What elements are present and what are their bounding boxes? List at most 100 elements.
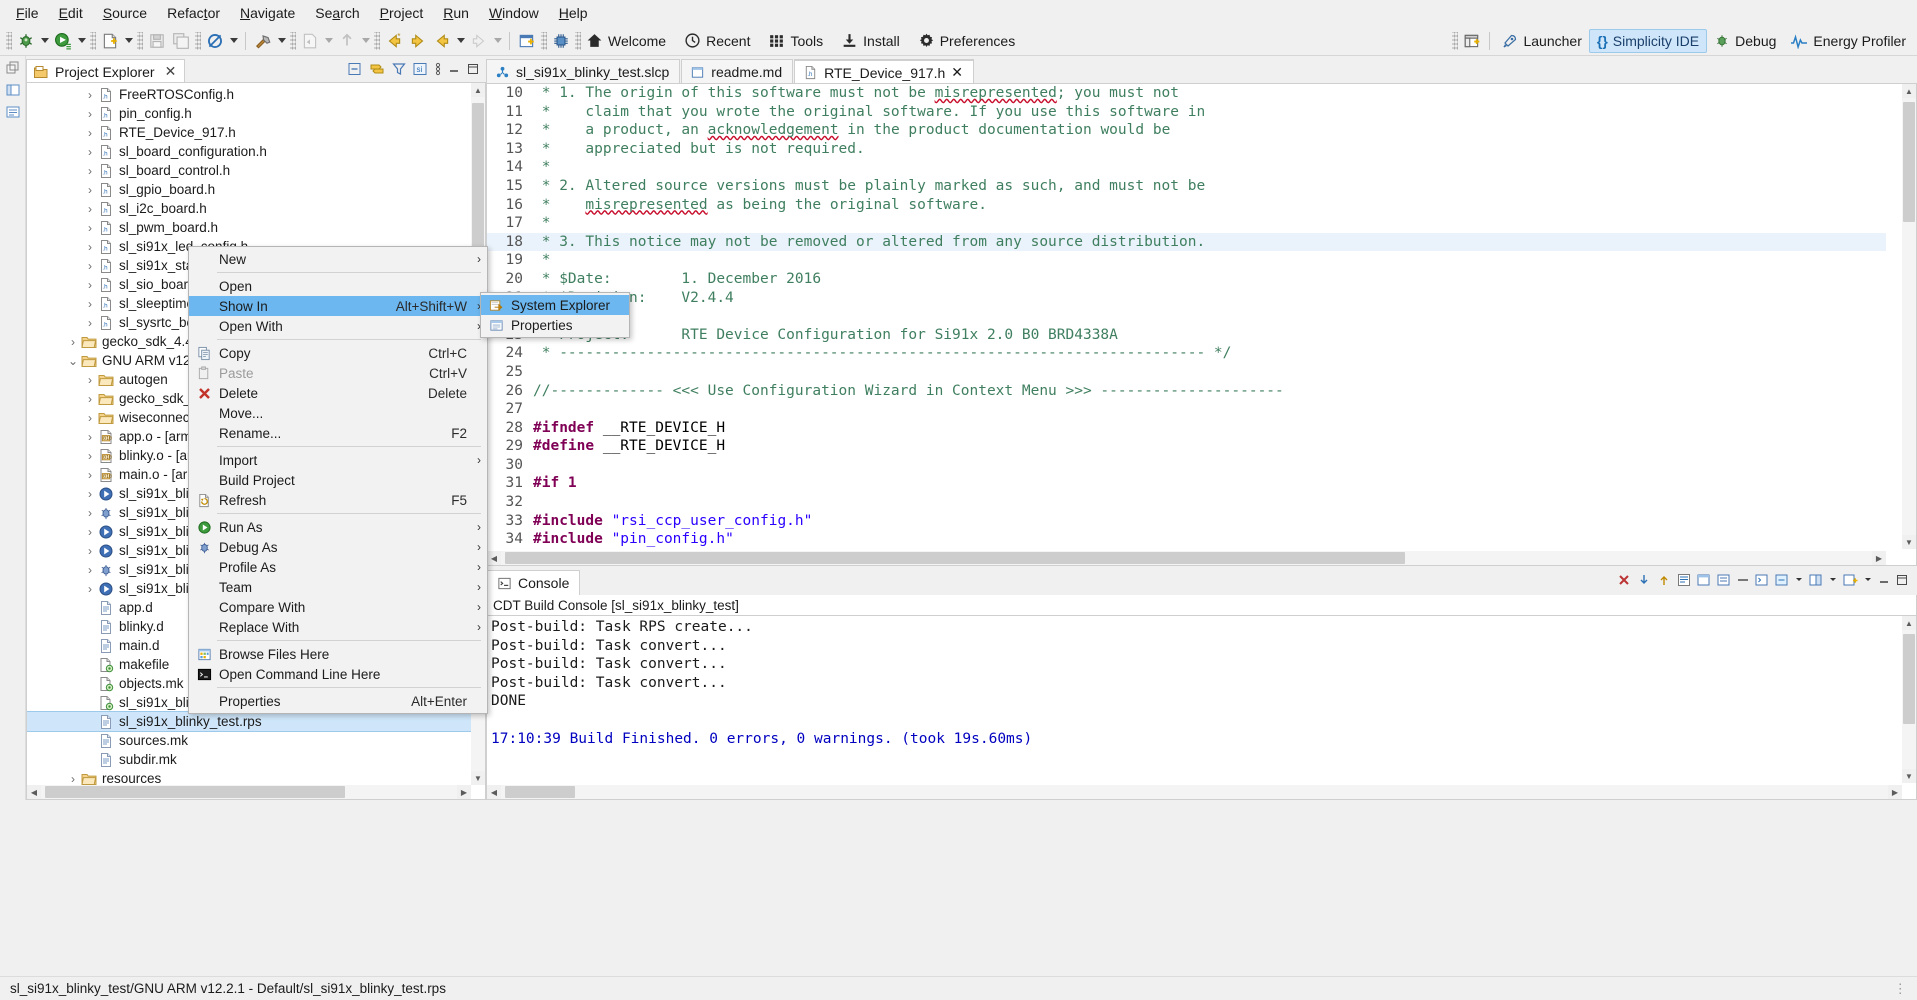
new-button[interactable] — [98, 29, 122, 53]
chevron-right-icon[interactable]: › — [82, 278, 98, 292]
console-scroll-right-icon[interactable]: ▶ — [1888, 785, 1902, 799]
perspective-simplicity-ide[interactable]: {} Simplicity IDE — [1589, 29, 1707, 53]
chevron-right-icon[interactable]: › — [82, 259, 98, 273]
tree-item[interactable]: ›.hsl_gpio_board.h — [27, 180, 471, 199]
chevron-right-icon[interactable]: › — [65, 335, 81, 349]
chevron-right-icon[interactable]: › — [82, 202, 98, 216]
chevron-right-icon[interactable]: › — [82, 145, 98, 159]
chevron-right-icon[interactable]: › — [82, 449, 98, 463]
perspective-energy-profiler[interactable]: Energy Profiler — [1783, 29, 1913, 53]
back-nav-button[interactable]: * — [382, 29, 406, 53]
filter-icon[interactable] — [391, 61, 407, 80]
context-menu[interactable]: New›OpenShow InAlt+Shift+W›Open With›Cop… — [188, 246, 488, 714]
tab-console[interactable]: Console — [486, 570, 580, 595]
console-dropdown-arrow-2[interactable] — [1828, 572, 1838, 591]
word-wrap-icon[interactable] — [1736, 572, 1750, 591]
context-menu-item[interactable]: New› — [189, 249, 487, 269]
step-button[interactable] — [335, 29, 359, 53]
close-icon[interactable]: ✕ — [951, 64, 963, 81]
tree-item[interactable]: ›.hsl_board_configuration.h — [27, 142, 471, 161]
tab-project-explorer[interactable]: Project Explorer ✕ — [26, 59, 185, 83]
chevron-right-icon[interactable]: › — [82, 411, 98, 425]
new-dropdown-arrow[interactable] — [125, 38, 133, 43]
show-in-submenu[interactable]: System ExplorerProperties — [480, 292, 630, 338]
build-button[interactable] — [251, 29, 275, 53]
context-menu-item[interactable]: RefreshF5 — [189, 490, 487, 510]
device-button[interactable] — [549, 29, 573, 53]
context-menu-item[interactable]: DeleteDelete — [189, 383, 487, 403]
editor-scroll-left-icon[interactable]: ◀ — [487, 551, 501, 565]
build-dropdown-arrow[interactable] — [278, 38, 286, 43]
chevron-right-icon[interactable]: › — [82, 240, 98, 254]
tree-horizontal-scrollbar[interactable]: ◀ ▶ — [27, 785, 471, 799]
restore-icon[interactable] — [5, 60, 21, 76]
open-perspective-button[interactable] — [1460, 29, 1484, 53]
editor-horizontal-scrollbar[interactable]: ◀ ▶ — [487, 551, 1886, 565]
console-scroll-up-icon[interactable]: ▲ — [1902, 616, 1916, 630]
resume-button[interactable] — [298, 29, 322, 53]
chevron-right-icon[interactable]: › — [82, 392, 98, 406]
context-menu-item[interactable]: Open With› — [189, 316, 487, 336]
chevron-right-icon[interactable]: › — [82, 468, 98, 482]
menu-refactor[interactable]: Refactor — [157, 3, 230, 23]
step-dropdown-arrow[interactable] — [362, 38, 370, 43]
save-button[interactable] — [145, 29, 169, 53]
console-vertical-thumb[interactable] — [1903, 634, 1915, 724]
display-console-icon[interactable] — [1754, 572, 1770, 591]
context-menu-item[interactable]: Open Command Line Here — [189, 664, 487, 684]
chevron-right-icon[interactable]: › — [82, 563, 98, 577]
menu-window[interactable]: Window — [479, 3, 549, 23]
tree-scroll-up-icon[interactable]: ▲ — [471, 83, 485, 97]
tree-item[interactable]: sources.mk — [27, 731, 471, 750]
tree-item-selected[interactable]: sl_si91x_blinky_test.rps — [27, 712, 471, 731]
context-menu-item[interactable]: Show InAlt+Shift+W› — [189, 296, 487, 316]
forward-dropdown-arrow[interactable] — [494, 38, 502, 43]
project-explorer-shortcut-icon[interactable] — [5, 82, 21, 98]
si-view-icon[interactable]: si — [412, 61, 429, 80]
minimize-view-icon[interactable] — [447, 62, 461, 79]
pin-console-icon[interactable] — [1656, 572, 1672, 591]
back-dropdown-arrow[interactable] — [457, 38, 465, 43]
forward-button[interactable] — [467, 29, 491, 53]
submenu-item[interactable]: System Explorer — [481, 295, 629, 315]
editor-vertical-scrollbar[interactable]: ▲ ▼ — [1902, 84, 1916, 549]
debug-button[interactable] — [14, 29, 38, 53]
status-resize-grip[interactable]: ⋮ — [1894, 981, 1908, 997]
editor-scroll-down-icon[interactable]: ▼ — [1902, 535, 1916, 549]
menu-help[interactable]: Help — [549, 3, 598, 23]
chevron-right-icon[interactable]: › — [82, 221, 98, 235]
tree-item[interactable]: ›.hRTE_Device_917.h — [27, 123, 471, 142]
tree-scroll-left-icon[interactable]: ◀ — [27, 785, 41, 799]
back-button[interactable] — [430, 29, 454, 53]
menu-file[interactable]: File — [6, 3, 49, 23]
context-menu-item[interactable]: Build Project — [189, 470, 487, 490]
collapse-all-icon[interactable] — [347, 61, 363, 80]
outline-shortcut-icon[interactable] — [5, 104, 21, 120]
editor-overview-ruler[interactable] — [1886, 84, 1900, 549]
editor-tab-readme[interactable]: readme.md — [681, 59, 793, 84]
tree-item[interactable]: ›.hsl_i2c_board.h — [27, 199, 471, 218]
minimize-console-icon[interactable] — [1877, 573, 1891, 590]
tree-scroll-down-icon[interactable]: ▼ — [471, 771, 485, 785]
chevron-right-icon[interactable]: › — [82, 487, 98, 501]
open-console-icon[interactable] — [1774, 572, 1790, 591]
chevron-right-icon[interactable]: › — [82, 544, 98, 558]
preferences-button[interactable]: Preferences — [915, 29, 1018, 53]
console-horizontal-thumb[interactable] — [505, 786, 575, 798]
editor-tab-rte-device[interactable]: .h RTE_Device_917.h ✕ — [794, 59, 974, 84]
tree-item[interactable]: ›.hsl_board_control.h — [27, 161, 471, 180]
tree-item[interactable]: ›resources — [27, 769, 471, 785]
perspective-drag-handle[interactable] — [1452, 32, 1458, 50]
context-menu-item[interactable]: Replace With› — [189, 617, 487, 637]
editor-scroll-up-icon[interactable]: ▲ — [1902, 84, 1916, 98]
console-output[interactable]: Post-build: Task RPS create...Post-build… — [486, 615, 1917, 800]
menu-source[interactable]: Source — [93, 3, 157, 23]
new-editor-button[interactable] — [515, 29, 539, 53]
link-with-editor-icon[interactable] — [368, 61, 386, 80]
welcome-button[interactable]: Welcome — [583, 29, 669, 53]
chevron-right-icon[interactable]: › — [82, 297, 98, 311]
recent-button[interactable]: Recent — [681, 29, 753, 53]
console-settings-icon[interactable] — [1716, 572, 1732, 591]
context-menu-item[interactable]: PropertiesAlt+Enter — [189, 691, 487, 711]
chevron-right-icon[interactable]: › — [82, 430, 98, 444]
